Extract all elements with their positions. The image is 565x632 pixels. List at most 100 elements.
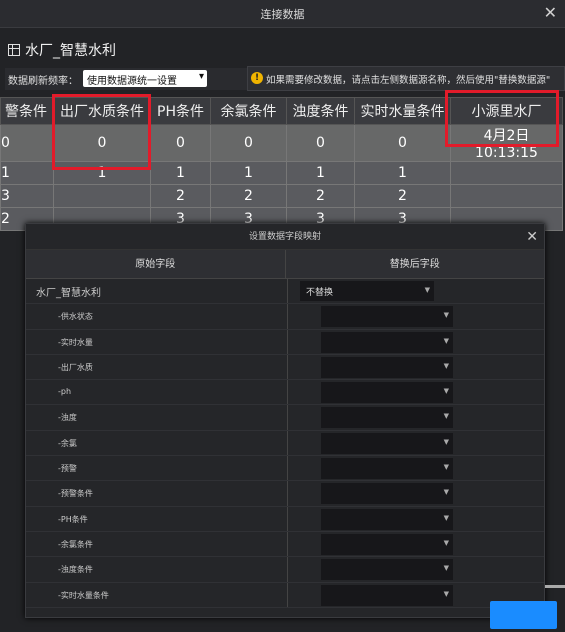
chevron-down-icon: ▼: [443, 336, 449, 345]
field-name: -余氯: [58, 438, 77, 448]
mapping-row: -PH条件 ▼: [26, 506, 544, 532]
replacement-select[interactable]: ▼: [321, 407, 453, 429]
field-mapping-dialog: 设置数据字段映射 ✕ 原始字段 替换后字段 水厂_智慧水利 不替换 ▼ -供水状…: [25, 223, 545, 618]
table-cell: [450, 184, 563, 208]
mapping-row: -余氯条件 ▼: [26, 531, 544, 558]
mapping-row-root: 水厂_智慧水利 不替换 ▼: [26, 279, 544, 305]
column-header[interactable]: PH条件: [150, 97, 211, 125]
datasource-name: 水厂_智慧水利: [25, 43, 116, 59]
table-cell: 2: [210, 184, 287, 208]
mapping-title: 设置数据字段映射 ✕: [26, 224, 544, 250]
datasource-title: 水厂_智慧水利: [8, 40, 116, 60]
table-cell: 3: [0, 184, 54, 208]
replacement-select[interactable]: ▼: [321, 432, 453, 454]
replacement-select[interactable]: ▼: [321, 584, 453, 606]
table-cell: 0: [286, 124, 355, 162]
field-name: -供水状态: [58, 312, 93, 322]
chevron-down-icon: ▼: [443, 513, 449, 522]
column-header[interactable]: 实时水量条件: [354, 97, 451, 125]
table-cell: [450, 161, 563, 185]
replacement-select[interactable]: ▼: [321, 306, 453, 328]
table-cell: 2: [354, 184, 451, 208]
hint-banner: ! 如果需要修改数据，请点击左侧数据源名称，然后使用"替换数据源": [247, 66, 565, 91]
chevron-down-icon: ▼: [443, 538, 449, 547]
close-icon[interactable]: ✕: [526, 224, 538, 250]
refresh-select-value: 使用数据源统一设置: [87, 76, 177, 87]
replacement-select[interactable]: ▼: [321, 559, 453, 581]
replacement-select[interactable]: ▼: [321, 533, 453, 555]
chevron-down-icon: ▼: [443, 488, 449, 497]
scrollbar[interactable]: [545, 585, 565, 588]
replacement-select[interactable]: ▼: [321, 331, 453, 353]
table-cell: 1: [0, 161, 54, 185]
column-divider: [287, 430, 288, 456]
field-name: -PH条件: [58, 514, 88, 524]
chevron-down-icon: ▼: [443, 589, 449, 598]
mapping-row: -实时水量条件 ▼: [26, 582, 544, 608]
mapping-row: -预警 ▼: [26, 456, 544, 482]
chevron-down-icon: ▼: [443, 437, 449, 446]
dialog-titlebar: 连接数据 ✕: [0, 0, 565, 28]
column-divider: [287, 557, 288, 582]
column-divider: [287, 304, 288, 329]
replacement-select[interactable]: ▼: [321, 356, 453, 378]
column-header[interactable]: 浊度条件: [286, 97, 355, 125]
column-divider: [287, 405, 288, 430]
replacement-select-value: 不替换: [306, 288, 334, 298]
close-icon[interactable]: ✕: [544, 3, 557, 22]
replacement-select[interactable]: ▼: [321, 458, 453, 480]
column-divider: [287, 531, 288, 557]
field-name: -浊度: [58, 413, 77, 423]
highlight-box-water-quality: [52, 94, 151, 170]
table-cell: 1: [210, 161, 287, 185]
field-name: -ph: [58, 387, 72, 397]
replaced-field-header: 替换后字段: [389, 259, 440, 270]
mapping-row: -出厂水质 ▼: [26, 354, 544, 381]
column-divider: [287, 582, 288, 607]
mapping-row: -供水状态 ▼: [26, 304, 544, 330]
original-field-header: 原始字段: [26, 250, 286, 278]
table-cell: 0: [354, 124, 451, 162]
chevron-down-icon: ▼: [424, 286, 430, 294]
chevron-down-icon: ▼: [443, 564, 449, 573]
column-divider: [287, 481, 288, 506]
chevron-down-icon: ▾: [198, 71, 204, 82]
mapping-row: -浊度 ▼: [26, 405, 544, 431]
mapping-row: -余氯 ▼: [26, 430, 544, 457]
table-cell: 0: [0, 124, 54, 162]
table-cell: 0: [210, 124, 287, 162]
column-divider: [287, 279, 288, 304]
highlight-box-station: [445, 90, 559, 147]
column-header[interactable]: 余氯条件: [210, 97, 287, 125]
field-name: -余氯条件: [58, 539, 93, 549]
table-cell: 1: [354, 161, 451, 185]
confirm-button[interactable]: [490, 601, 557, 629]
mapping-row: -实时水量 ▼: [26, 329, 544, 355]
table-cell: [53, 184, 151, 208]
field-name: -预警条件: [58, 489, 93, 499]
replacement-select[interactable]: ▼: [321, 382, 453, 404]
table-cell: 1: [150, 161, 211, 185]
refresh-frequency-select[interactable]: 使用数据源统一设置 ▾: [83, 70, 207, 87]
chevron-down-icon: ▼: [443, 387, 449, 396]
mapping-header: 原始字段 替换后字段: [26, 250, 544, 279]
info-icon: !: [251, 72, 263, 84]
column-divider: [287, 329, 288, 354]
mapping-row: -ph ▼: [26, 380, 544, 406]
replacement-select[interactable]: ▼: [321, 483, 453, 505]
replacement-select[interactable]: 不替换 ▼: [300, 281, 434, 301]
table-icon: [8, 44, 20, 56]
chevron-down-icon: ▼: [443, 412, 449, 421]
field-name: -预警: [58, 464, 77, 474]
field-name: -浊度条件: [58, 565, 93, 575]
mapping-title-text: 设置数据字段映射: [248, 232, 321, 242]
field-name: 水厂_智慧水利: [36, 288, 101, 299]
chevron-down-icon: ▼: [443, 311, 449, 320]
table-cell: 2: [150, 184, 211, 208]
field-name: -实时水量: [58, 337, 93, 347]
field-name: -出厂水质: [58, 362, 93, 372]
replacement-select[interactable]: ▼: [321, 508, 453, 530]
column-header[interactable]: 警条件: [0, 97, 54, 125]
table-row: 3 2 2 2 2: [0, 184, 563, 208]
chevron-down-icon: ▼: [443, 361, 449, 370]
